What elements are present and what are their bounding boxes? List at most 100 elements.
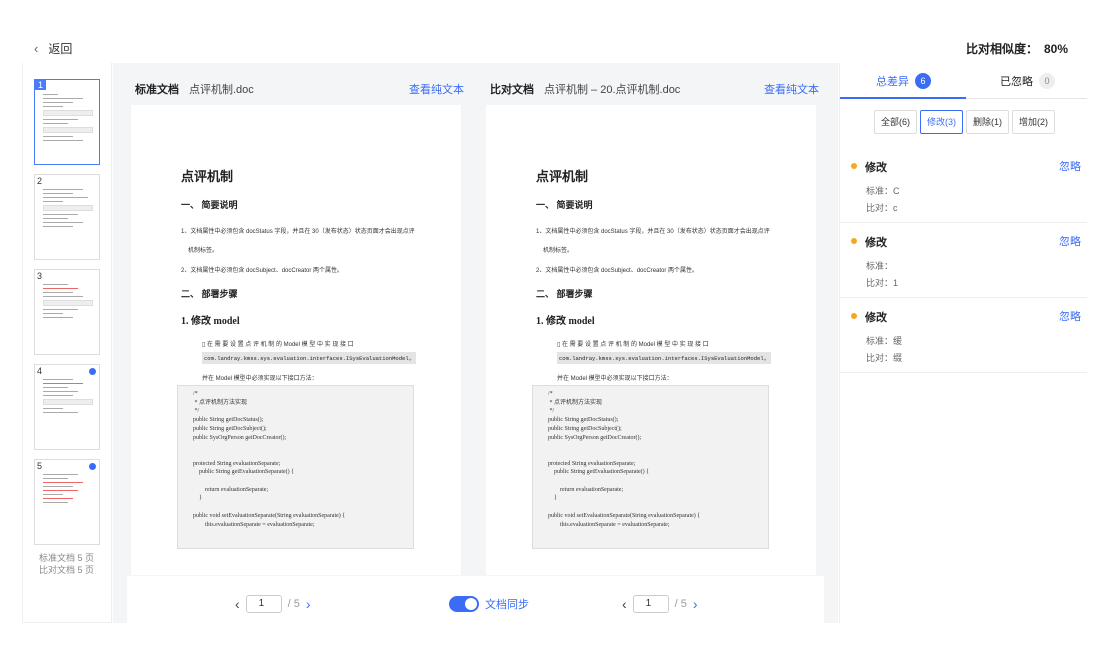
ignore-button[interactable]: 忽略 bbox=[1059, 233, 1081, 249]
diff-compare-value: 比对：c bbox=[866, 203, 898, 213]
thumbnail-page-1[interactable]: 1 bbox=[34, 79, 100, 165]
thumbnail-page-5[interactable]: 5 bbox=[34, 459, 100, 545]
thumbnail-number: 1 bbox=[35, 80, 47, 90]
standard-page-total: / 5 bbox=[287, 598, 300, 610]
compare-plain-text-link[interactable]: 查看纯文本 bbox=[764, 81, 819, 97]
standard-pager: ‹ 1 / 5 › bbox=[235, 595, 311, 613]
standard-doc-header: 标准文档 点评机制.doc 查看纯文本 bbox=[135, 81, 465, 97]
diff-type: 修改 bbox=[865, 237, 887, 249]
prev-page-button[interactable]: ‹ bbox=[235, 596, 240, 612]
tab-ignored-label: 已忽略 bbox=[1000, 76, 1033, 88]
doc-section-heading: 一、 简要说明 bbox=[181, 200, 238, 210]
doc-paragraph: 并在 Model 模型中必须实现以下接口方法： bbox=[557, 376, 673, 382]
compare-doc-page[interactable]: 点评机制 一、 简要说明 1、文档属性中必须包含 docStatus 字段，并且… bbox=[486, 105, 816, 575]
diff-standard-value: 标准： bbox=[866, 261, 894, 271]
doc-sync-toggle[interactable] bbox=[449, 596, 479, 612]
thumbnail-number: 2 bbox=[37, 176, 43, 186]
doc-code-block: /* * 点评机制方法实现 */ public String getDocSta… bbox=[177, 385, 414, 549]
doc-interface-highlight: com.landray.kmss.sys.evaluation.interfac… bbox=[557, 352, 772, 364]
thumbnail-number: 3 bbox=[37, 271, 43, 281]
prev-page-button[interactable]: ‹ bbox=[622, 596, 627, 612]
chevron-left-icon: ‹ bbox=[34, 41, 39, 56]
tab-total-diff[interactable]: 总差异 6 bbox=[876, 73, 931, 89]
doc-paragraph: ▯ 在 需 要 设 置 点 评 机 制 的 Model 模 型 中 实 现 接 … bbox=[202, 342, 354, 348]
next-page-button[interactable]: › bbox=[693, 596, 698, 612]
modify-dot bbox=[851, 238, 857, 244]
diff-standard-value: 标准：缓 bbox=[866, 336, 903, 346]
diff-compare-value: 比对：缀 bbox=[866, 353, 903, 363]
total-diff-badge: 6 bbox=[915, 73, 931, 89]
standard-page-input[interactable]: 1 bbox=[245, 595, 282, 613]
compare-page-input[interactable]: 1 bbox=[632, 595, 669, 613]
doc-paragraph: 1、文档属性中必须包含 docStatus 字段，并且在 30（发布状态）状态页… bbox=[536, 229, 770, 235]
active-tab-underline bbox=[840, 97, 966, 99]
doc-paragraph: 2、文档属性中必须包含 docSubject、docCreator 两个属性。 bbox=[536, 268, 699, 274]
similarity-indicator: 比对相似度： 80% bbox=[966, 40, 1068, 57]
doc-section-heading: 二、 部署步骤 bbox=[536, 289, 593, 299]
filter-all[interactable]: 全部(6) bbox=[874, 110, 917, 134]
ignored-badge: 0 bbox=[1039, 73, 1055, 89]
doc-paragraph: 1、文档属性中必须包含 docStatus 字段，并且在 30（发布状态）状态页… bbox=[181, 229, 415, 235]
diff-item[interactable]: 修改 忽略 标准：C 比对：c bbox=[840, 148, 1087, 223]
back-label: 返回 bbox=[48, 42, 73, 56]
standard-doc-label: 标准文档 bbox=[135, 84, 179, 96]
diff-filter-group: 全部(6) 修改(3) 删除(1) 增加(2) bbox=[874, 110, 1055, 134]
diff-type: 修改 bbox=[865, 162, 887, 174]
doc-paragraph: 机制标签。 bbox=[543, 248, 574, 254]
diff-type: 修改 bbox=[865, 312, 887, 324]
diff-item[interactable]: 修改 忽略 标准： 比对：1 bbox=[840, 223, 1087, 298]
page-navigation-bar: ‹ 1 / 5 › 文档同步 ‹ 1 / 5 › bbox=[127, 576, 824, 624]
doc-title: 点评机制 bbox=[181, 169, 234, 184]
top-bar: ‹ 返回 比对相似度： 80% bbox=[0, 0, 1110, 62]
ignore-button[interactable]: 忽略 bbox=[1059, 308, 1081, 324]
similarity-label: 比对相似度： bbox=[965, 42, 1038, 56]
thumbnail-preview bbox=[43, 284, 93, 321]
doc-section-heading: 一、 简要说明 bbox=[536, 200, 593, 210]
standard-doc-page[interactable]: 点评机制 一、 简要说明 1、文档属性中必须包含 docStatus 字段，并且… bbox=[131, 105, 461, 575]
compare-pager: ‹ 1 / 5 › bbox=[622, 595, 698, 613]
thumbnail-page-3[interactable]: 3 bbox=[34, 269, 100, 355]
ignore-button[interactable]: 忽略 bbox=[1059, 158, 1081, 174]
diff-panel: 总差异 6 已忽略 0 全部(6) 修改(3) 删除(1) 增加(2) 修改 忽… bbox=[839, 63, 1087, 623]
page-count-summary: 标准文档 5 页 比对文档 5 页 bbox=[39, 552, 94, 576]
next-page-button[interactable]: › bbox=[306, 596, 311, 612]
doc-interface-highlight: com.landray.kmss.sys.evaluation.interfac… bbox=[202, 352, 417, 364]
diff-compare-value: 比对：1 bbox=[866, 278, 899, 288]
thumbnail-preview bbox=[43, 474, 93, 506]
similarity-value: 80% bbox=[1043, 42, 1068, 56]
filter-delete[interactable]: 删除(1) bbox=[966, 110, 1009, 134]
back-button[interactable]: ‹ 返回 bbox=[34, 40, 72, 57]
compare-doc-filename: 点评机制 – 20.点评机制.doc bbox=[544, 84, 681, 96]
thumbnail-page-2[interactable]: 2 bbox=[34, 174, 100, 260]
thumbnail-preview bbox=[43, 94, 93, 144]
diff-standard-value: 标准：C bbox=[866, 186, 900, 196]
filter-add[interactable]: 增加(2) bbox=[1012, 110, 1055, 134]
modify-dot bbox=[851, 313, 857, 319]
standard-doc-filename: 点评机制.doc bbox=[189, 84, 254, 96]
doc-code-block: /* * 点评机制方法实现 */ public String getDocSta… bbox=[532, 385, 769, 549]
doc-step-heading: 1. 修改 model bbox=[181, 316, 240, 327]
doc-sync-control: 文档同步 bbox=[449, 596, 529, 612]
doc-step-heading: 1. 修改 model bbox=[536, 316, 595, 327]
doc-title: 点评机制 bbox=[536, 169, 589, 184]
modify-dot bbox=[851, 163, 857, 169]
filter-modify[interactable]: 修改(3) bbox=[920, 110, 963, 134]
doc-section-heading: 二、 部署步骤 bbox=[181, 289, 238, 299]
diff-item[interactable]: 修改 忽略 标准：缓 比对：缀 bbox=[840, 298, 1087, 373]
document-compare-area: 标准文档 点评机制.doc 查看纯文本 比对文档 点评机制 – 20.点评机制.do… bbox=[113, 63, 838, 624]
compare-page-count: 比对文档 5 页 bbox=[39, 565, 95, 575]
diff-indicator-dot bbox=[89, 368, 96, 375]
diff-indicator-dot bbox=[89, 463, 96, 470]
thumbnail-sidebar: 1 2 3 4 5 标准文档 5 页 比对文档 5 页 bbox=[22, 63, 112, 623]
compare-page-total: / 5 bbox=[674, 598, 687, 610]
tab-ignored[interactable]: 已忽略 0 bbox=[1000, 73, 1055, 89]
doc-sync-label: 文档同步 bbox=[485, 599, 529, 611]
doc-paragraph: 并在 Model 模型中必须实现以下接口方法： bbox=[202, 376, 318, 382]
standard-plain-text-link[interactable]: 查看纯文本 bbox=[409, 81, 464, 97]
tab-total-label: 总差异 bbox=[876, 76, 909, 88]
diff-tabs: 总差异 6 已忽略 0 bbox=[840, 63, 1087, 99]
doc-paragraph: ▯ 在 需 要 设 置 点 评 机 制 的 Model 模 型 中 实 现 接 … bbox=[557, 342, 709, 348]
thumbnail-page-4[interactable]: 4 bbox=[34, 364, 100, 450]
thumbnail-preview bbox=[43, 189, 93, 230]
thumbnail-number: 5 bbox=[37, 461, 43, 471]
